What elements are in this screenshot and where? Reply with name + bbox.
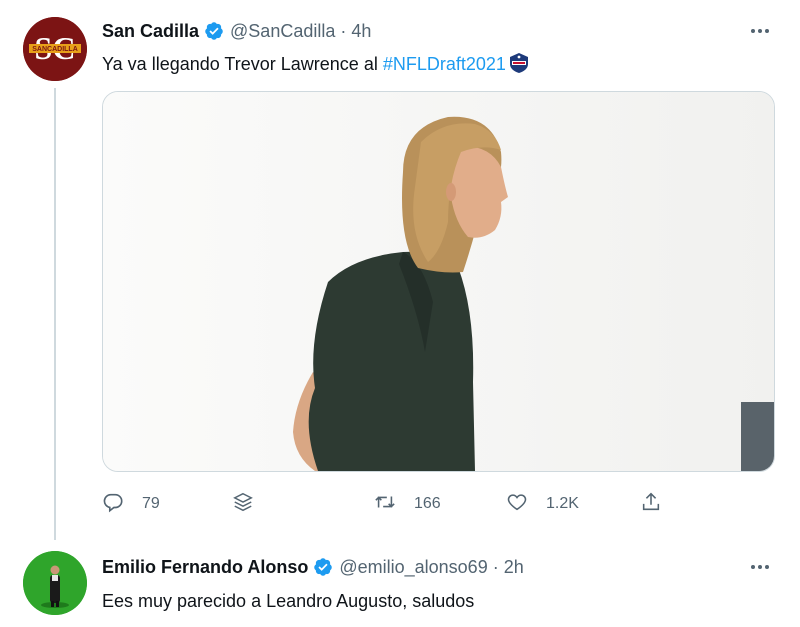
separator-dot: · xyxy=(340,20,347,41)
more-options-icon[interactable] xyxy=(748,555,772,579)
reply-icon xyxy=(102,491,124,518)
tweet-media-image[interactable] xyxy=(102,91,775,472)
tweet-header: San Cadilla @SanCadilla · 4h xyxy=(102,18,371,44)
timestamp[interactable]: 4h xyxy=(351,21,371,42)
avatar[interactable]: SC SANCADILLA xyxy=(23,17,87,81)
retweet-icon xyxy=(374,491,396,518)
hashtag-link[interactable]: #NFLDraft2021 xyxy=(383,54,506,74)
tweet-actions: 79 166 1.2K xyxy=(102,490,682,518)
separator-dot: · xyxy=(492,556,499,577)
san-cadilla-logo: SC SANCADILLA xyxy=(23,17,87,81)
retweet-button[interactable]: 166 xyxy=(374,490,441,518)
author-name[interactable]: San Cadilla xyxy=(102,21,199,42)
reply-count: 79 xyxy=(142,495,160,512)
author-name[interactable]: Emilio Fernando Alonso xyxy=(102,557,308,578)
author-handle[interactable]: @emilio_alonso69 xyxy=(339,557,487,578)
tweet-text: Ya va llegando Trevor Lawrence al #NFLDr… xyxy=(102,52,530,75)
tweet-text-body: Ya va llegando Trevor Lawrence al xyxy=(102,54,383,74)
like-icon xyxy=(506,491,528,518)
thread-line xyxy=(54,88,56,540)
tweet-san-cadilla[interactable]: SC SANCADILLA San Cadilla @SanCadilla · … xyxy=(0,0,800,540)
timestamp[interactable]: 2h xyxy=(504,557,524,578)
more-options-icon[interactable] xyxy=(748,19,772,43)
nfl-draft-logo-icon xyxy=(508,52,530,74)
layers-icon xyxy=(232,491,254,518)
like-button[interactable]: 1.2K xyxy=(506,490,579,518)
avatar[interactable] xyxy=(23,551,87,615)
share-icon xyxy=(640,491,662,518)
like-count: 1.2K xyxy=(546,495,579,512)
tweet-header: Emilio Fernando Alonso @emilio_alonso69 … xyxy=(102,554,524,580)
avatar-logo-subtext: SANCADILLA xyxy=(32,46,78,53)
verified-badge-icon xyxy=(313,557,333,577)
share-button[interactable] xyxy=(640,490,662,518)
retweet-count: 166 xyxy=(414,495,441,512)
avatar-man-in-suit xyxy=(23,551,87,615)
reply-button[interactable]: 79 xyxy=(102,490,160,518)
verified-badge-icon xyxy=(204,21,224,41)
tweet-text: Ees muy parecido a Leandro Augusto, salu… xyxy=(102,591,475,611)
author-handle[interactable]: @SanCadilla xyxy=(230,21,335,42)
photo-man-long-hair xyxy=(103,92,774,471)
tweet-emilio-alonso[interactable]: Emilio Fernando Alonso @emilio_alonso69 … xyxy=(0,540,800,627)
layers-button[interactable] xyxy=(232,490,254,518)
